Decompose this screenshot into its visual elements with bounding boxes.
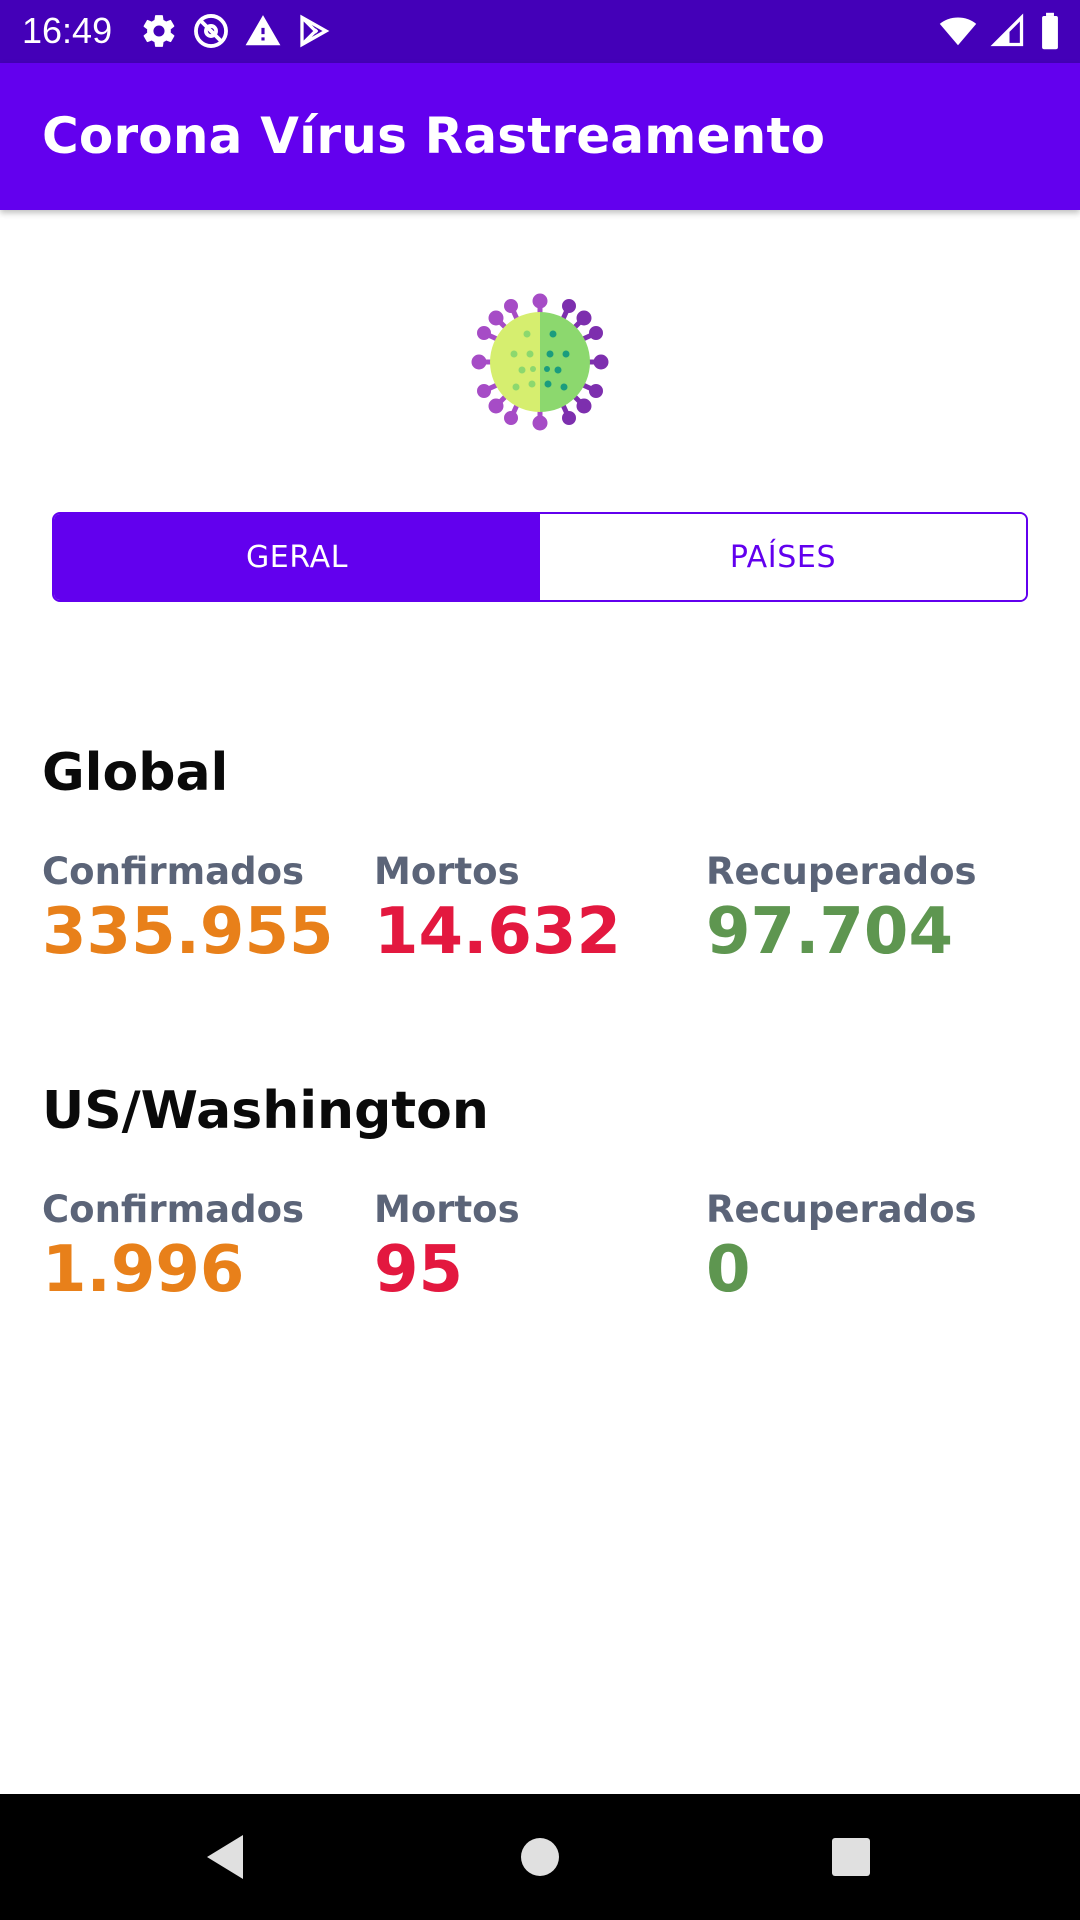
app-bar: Corona Vírus Rastreamento: [0, 63, 1080, 210]
battery-icon: [1038, 12, 1062, 50]
stat-label: Mortos: [374, 1188, 520, 1231]
cell-signal-icon: [990, 12, 1026, 50]
stat-global-recovered: Recuperados 97.704: [706, 850, 977, 970]
stat-value-confirmed: 335.955: [42, 895, 334, 969]
virus-icon: [470, 292, 610, 432]
section-title-region: US/Washington: [42, 1081, 489, 1141]
play-store-icon: [296, 13, 332, 49]
stat-value-confirmed: 1.996: [42, 1233, 245, 1307]
stat-label: Mortos: [374, 850, 520, 893]
recents-icon[interactable]: [788, 1794, 914, 1920]
app-title: Corona Vírus Rastreamento: [42, 107, 826, 165]
stat-label: Recuperados: [706, 850, 977, 893]
stat-value-recovered: 0: [706, 1233, 751, 1307]
settings-icon: [140, 12, 178, 50]
stat-region-dead: Mortos 95: [374, 1188, 520, 1308]
status-bar: 16:49: [0, 0, 1080, 63]
stat-value-dead: 14.632: [374, 895, 621, 969]
warning-icon: [244, 12, 282, 50]
stat-region-confirmed: Confirmados 1.996: [42, 1188, 304, 1308]
stat-label: Confirmados: [42, 1188, 305, 1231]
stat-label: Confirmados: [42, 850, 305, 893]
view-toggle: GERAL PAÍSES: [52, 512, 1028, 602]
status-time: 16:49: [22, 10, 113, 51]
stat-region-recovered: Recuperados 0: [706, 1188, 977, 1308]
stat-value-recovered: 97.704: [706, 895, 953, 969]
tab-general[interactable]: GERAL: [54, 514, 540, 600]
wifi-icon: [938, 12, 978, 50]
stat-global-dead: Mortos 14.632: [374, 850, 621, 970]
stat-label: Recuperados: [706, 1188, 977, 1231]
section-title-global: Global: [42, 743, 229, 803]
home-icon[interactable]: [477, 1794, 603, 1920]
navigation-bar: [0, 1794, 1080, 1920]
screen: 16:49 Corona Vírus Rastreamento GERAL PA…: [0, 0, 1080, 1920]
stat-global-confirmed: Confirmados 335.955: [42, 850, 334, 970]
at-sign-icon: [192, 12, 230, 50]
stat-value-dead: 95: [374, 1233, 464, 1307]
status-icons-right: [938, 12, 1062, 50]
status-icons-left: [140, 12, 332, 50]
back-icon[interactable]: [162, 1794, 288, 1920]
tab-countries[interactable]: PAÍSES: [540, 514, 1026, 600]
